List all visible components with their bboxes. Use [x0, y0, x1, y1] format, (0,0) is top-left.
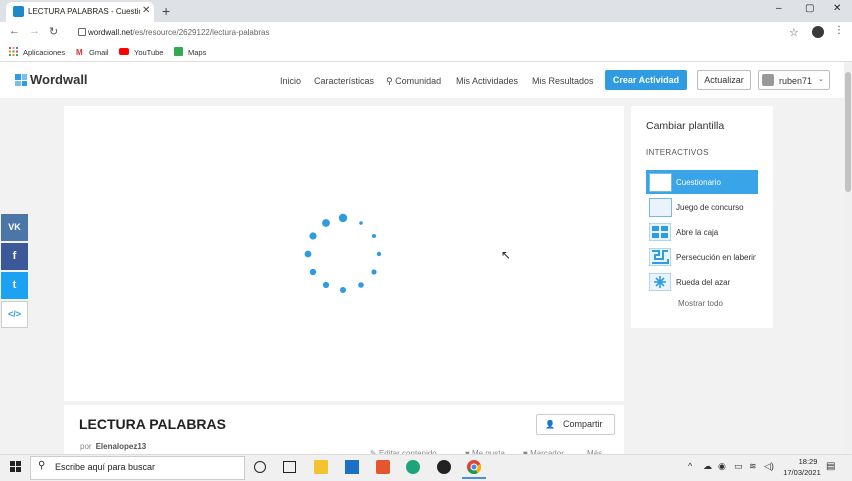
clock-date[interactable]: 17/03/2021: [780, 468, 824, 477]
back-icon[interactable]: ←: [9, 25, 20, 37]
nav-mis-actividades[interactable]: Mis Actividades: [456, 76, 518, 86]
facebook-share-button[interactable]: f: [1, 243, 28, 270]
username: ruben71: [779, 76, 813, 86]
url-text[interactable]: wordwall.net/es/resource/2629122/lectura…: [88, 28, 269, 37]
vk-share-button[interactable]: VK: [1, 214, 28, 241]
tab-title: LECTURA PALABRAS - Cuestionario: [28, 7, 140, 16]
user-avatar: [762, 74, 774, 86]
url-path: /es/resource/2629122/lectura-palabras: [132, 28, 270, 37]
url-host: wordwall.net: [88, 28, 133, 37]
template-label: Juego de concurso: [676, 203, 744, 212]
task-view-icon[interactable]: [283, 461, 296, 473]
wifi-icon[interactable]: ≋: [749, 461, 757, 472]
twitter-share-button[interactable]: t: [1, 272, 28, 299]
youtube-icon: [119, 48, 129, 55]
search-icon: ⚲: [386, 76, 393, 86]
gameshow-template-icon: [649, 198, 672, 217]
wordwall-favicon-icon: [13, 6, 24, 17]
gmail-icon: M: [76, 48, 83, 57]
bookmark-youtube[interactable]: YouTube: [134, 48, 163, 57]
wordwall-logo-icon[interactable]: [15, 74, 27, 86]
scrollbar-thumb[interactable]: [845, 72, 851, 192]
change-template-title: Cambiar plantilla: [646, 120, 725, 132]
minimize-icon[interactable]: –: [776, 3, 782, 14]
wordwall-logo[interactable]: Wordwall: [30, 72, 88, 87]
office-icon[interactable]: [376, 460, 390, 474]
onedrive-icon[interactable]: ☁: [703, 461, 712, 472]
author-row: por Elenalopez13: [80, 442, 146, 451]
forward-icon[interactable]: →: [29, 25, 40, 37]
bookmark-maps[interactable]: Maps: [188, 48, 206, 57]
template-label: Cuestionario: [676, 178, 721, 187]
file-explorer-icon[interactable]: [314, 460, 328, 474]
mail-icon[interactable]: [345, 460, 359, 474]
create-activity-button[interactable]: Crear Actividad: [605, 70, 687, 90]
maximize-icon[interactable]: ▢: [805, 3, 814, 14]
taskbar-search-placeholder: Escribe aquí para buscar: [55, 462, 156, 472]
search-icon: ⚲: [38, 460, 46, 471]
loading-spinner-icon: [304, 213, 382, 293]
template-label: Rueda del azar: [676, 278, 731, 287]
nav-comunidad-label: Comunidad: [395, 76, 442, 86]
profile-avatar-icon[interactable]: [812, 26, 824, 38]
edge-icon[interactable]: [406, 460, 420, 474]
mouse-cursor-icon: ↖: [501, 248, 512, 262]
template-label: Abre la caja: [676, 228, 719, 237]
window-close-icon[interactable]: ✕: [833, 3, 841, 14]
update-button[interactable]: Actualizar: [697, 70, 751, 90]
nav-inicio[interactable]: Inicio: [280, 76, 301, 86]
bookmark-aplicaciones[interactable]: Aplicaciones: [23, 48, 65, 57]
maps-icon: [174, 47, 183, 56]
maze-chase-template-icon: [649, 248, 671, 266]
share-person-icon: 👤: [545, 420, 555, 429]
browser-menu-icon[interactable]: ⋮: [834, 25, 844, 36]
clock-time[interactable]: 18:29: [788, 457, 828, 466]
nav-mis-resultados[interactable]: Mis Resultados: [532, 76, 594, 86]
chrome-icon[interactable]: [467, 460, 481, 474]
reload-icon[interactable]: ↻: [49, 25, 58, 38]
activity-title: LECTURA PALABRAS: [79, 416, 226, 432]
tray-chevron-icon[interactable]: ^: [688, 461, 692, 471]
windows-start-icon[interactable]: [10, 461, 21, 472]
nav-comunidad[interactable]: ⚲ Comunidad: [386, 76, 441, 87]
notification-icon[interactable]: ▤: [826, 461, 835, 472]
bookmark-star-icon[interactable]: ☆: [789, 26, 799, 39]
bookmark-gmail[interactable]: Gmail: [89, 48, 109, 57]
chevron-down-icon: ⌄: [818, 76, 824, 83]
nav-caracteristicas[interactable]: Características: [314, 76, 374, 86]
author-prefix: por: [80, 442, 92, 451]
volume-icon[interactable]: ◁): [764, 461, 774, 472]
new-tab-icon[interactable]: +: [162, 4, 170, 18]
lock-icon: [78, 28, 86, 36]
apps-grid-icon[interactable]: [9, 47, 18, 56]
show-all-templates-link[interactable]: Mostrar todo: [678, 299, 723, 308]
author-name[interactable]: Elenalopez13: [96, 442, 147, 451]
quiz-template-icon: [649, 173, 672, 192]
share-button-label: Compartir: [563, 419, 603, 429]
wheel-template-icon: [649, 273, 671, 291]
template-section-label: INTERACTIVOS: [646, 148, 709, 157]
battery-icon[interactable]: ▭: [734, 461, 743, 472]
tray-app-icon[interactable]: ◉: [718, 461, 726, 472]
open-box-template-icon: [649, 223, 671, 241]
embed-button[interactable]: </>: [1, 301, 28, 328]
tab-close-icon[interactable]: ✕: [142, 5, 150, 16]
active-app-indicator: [462, 477, 486, 479]
app-icon[interactable]: [437, 460, 451, 474]
template-label: Persecución en laberinto: [676, 253, 756, 262]
cortana-icon[interactable]: [254, 461, 266, 473]
